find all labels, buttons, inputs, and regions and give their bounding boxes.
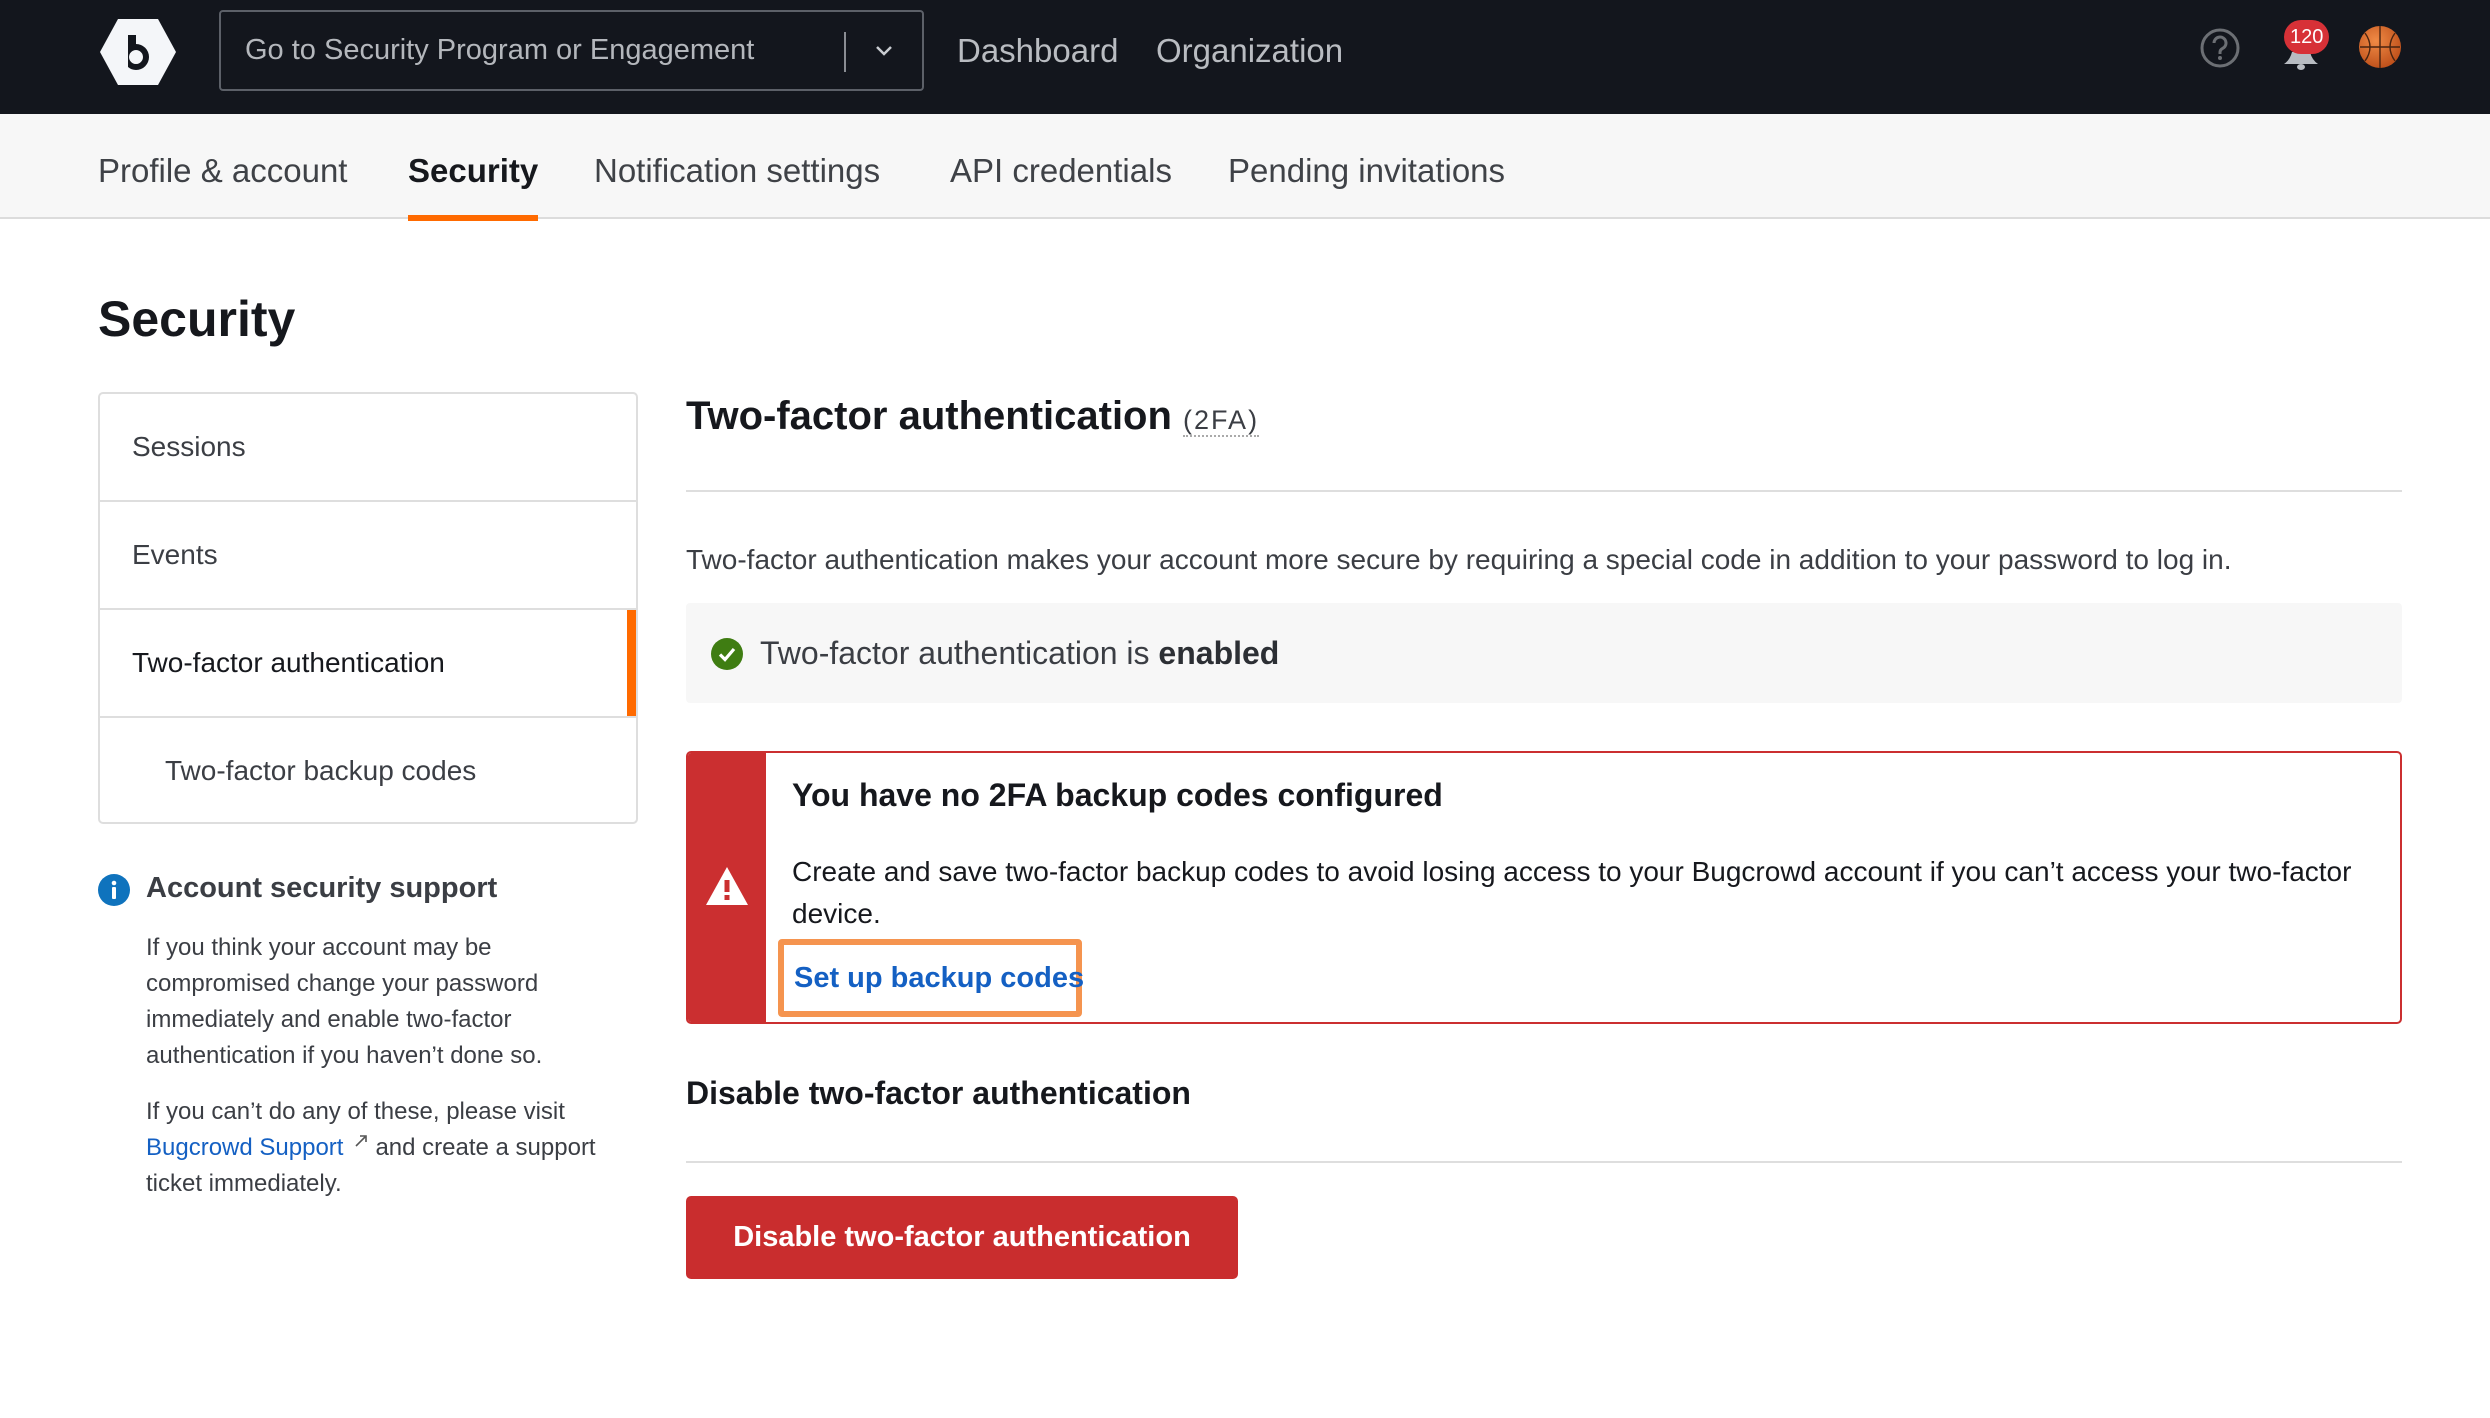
section-title-abbr: (2FA) xyxy=(1183,405,1260,437)
support-text-contact: If you can’t do any of these, please vis… xyxy=(146,1094,636,1202)
top-nav: Go to Security Program or Engagement Das… xyxy=(0,0,2490,114)
notification-count-badge[interactable]: 120 xyxy=(2284,20,2330,54)
setup-backup-codes-highlight: Set up backup codes xyxy=(778,939,1084,1017)
status-text: Two-factor authentication is enabled xyxy=(760,603,1279,703)
support-title: Account security support xyxy=(146,872,498,904)
account-tabs: Profile & account Security Notification … xyxy=(0,114,2490,221)
intro-text: Two-factor authentication makes your acc… xyxy=(686,544,2232,575)
section-title: Two-factor authentication (2FA) xyxy=(686,394,1260,439)
tab-pending-invitations[interactable]: Pending invitations xyxy=(1228,114,1505,219)
disable-divider xyxy=(686,1161,2402,1163)
sidemenu-item-sessions[interactable]: Sessions xyxy=(100,394,636,502)
security-side-menu: Sessions Events Two-factor authenticatio… xyxy=(98,392,638,824)
tab-api-credentials[interactable]: API credentials xyxy=(950,114,1172,219)
section-title-text: Two-factor authentication xyxy=(686,394,1172,438)
alert-title: You have no 2FA backup codes configured xyxy=(792,777,1443,813)
status-banner: Two-factor authentication is enabled xyxy=(686,603,2402,703)
nav-link-dashboard[interactable]: Dashboard xyxy=(957,0,1118,102)
tab-notification-settings[interactable]: Notification settings xyxy=(594,114,880,219)
disable-heading: Disable two-factor authentication xyxy=(686,1075,1191,1111)
program-select-placeholder: Go to Security Program or Engagement xyxy=(245,34,755,66)
page-title: Security xyxy=(98,291,296,347)
bugcrowd-support-link[interactable]: Bugcrowd Support xyxy=(146,1134,343,1161)
warning-icon xyxy=(706,867,748,905)
program-select[interactable]: Go to Security Program or Engagement xyxy=(219,10,924,91)
nav-link-organization[interactable]: Organization xyxy=(1156,0,1343,102)
sidemenu-item-events[interactable]: Events xyxy=(100,502,636,610)
disable-2fa-button[interactable]: Disable two-factor authentication xyxy=(686,1196,1238,1279)
alert-bar xyxy=(688,753,766,1022)
sidemenu-item-two-factor-authentication[interactable]: Two-factor authentication xyxy=(100,610,636,718)
section-divider xyxy=(686,490,2402,492)
status-value: enabled xyxy=(1158,635,1280,671)
info-icon xyxy=(98,874,130,906)
avatar[interactable] xyxy=(2358,25,2402,69)
backup-codes-alert: You have no 2FA backup codes configured … xyxy=(686,751,2402,1024)
help-icon[interactable] xyxy=(2199,27,2241,69)
tab-security[interactable]: Security xyxy=(408,114,539,221)
check-circle-icon xyxy=(711,638,743,670)
status-prefix: Two-factor authentication is xyxy=(760,635,1159,671)
tab-profile-account[interactable]: Profile & account xyxy=(98,114,347,219)
setup-backup-codes-link[interactable]: Set up backup codes xyxy=(794,945,1084,1011)
sidemenu-item-two-factor-backup-codes[interactable]: Two-factor backup codes xyxy=(100,718,636,822)
support-text-before: If you can’t do any of these, please vis… xyxy=(146,1098,565,1125)
support-text: If you think your account may be comprom… xyxy=(146,934,543,1069)
alert-body: Create and save two-factor backup codes … xyxy=(792,856,2352,929)
select-separator xyxy=(844,32,846,72)
chevron-down-icon[interactable] xyxy=(869,36,899,66)
bugcrowd-logo-icon[interactable] xyxy=(98,17,178,87)
external-link-icon xyxy=(355,1135,368,1147)
